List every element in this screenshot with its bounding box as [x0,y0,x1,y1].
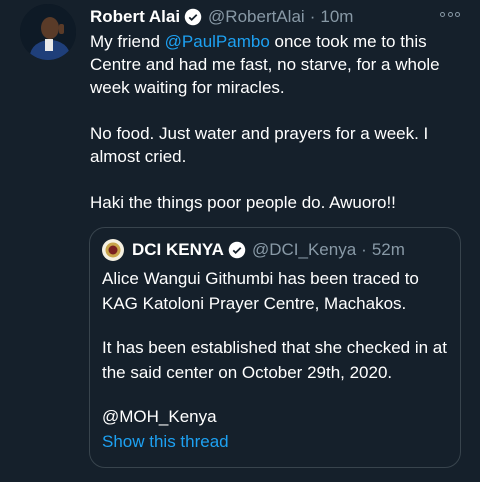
quoted-author-name: DCI KENYA [132,240,224,259]
verified-badge-icon [184,8,202,26]
mention-link[interactable]: @PaulPambo [165,32,270,51]
tweet-text-prefix: My friend [90,32,165,51]
tweet-paragraph-2: No food. Just water and prayers for a we… [90,124,429,166]
verified-badge-icon [228,241,246,259]
quoted-tweet-text: Alice Wangui Githumbi has been traced to… [102,266,450,454]
quoted-tweet-header: DCI KENYA @DCI_Kenya · 52m [102,238,448,262]
quoted-author-handle: @DCI_Kenya [251,240,357,259]
quoted-author-avatar [102,239,124,261]
separator-dot: · [309,7,316,26]
tweet-text: My friend @PaulPambo once took me to thi… [90,30,470,214]
more-options-icon[interactable] [440,8,460,20]
show-thread-link[interactable]: Show this thread [102,429,450,454]
tweet-paragraph-3: Haki the things poor people do. Awuoro!! [90,193,396,212]
separator-dot: · [361,240,367,259]
tweet-paragraph-1: My friend @PaulPambo once took me to thi… [90,30,470,99]
author-avatar-image [20,4,76,60]
quoted-paragraph-2: It has been established that she checked… [102,338,447,382]
author-name[interactable]: Robert Alai [90,7,180,27]
tweet-header: Robert Alai @RobertAlai · 10m [90,6,466,28]
author-handle[interactable]: @RobertAlai [208,7,305,27]
quoted-tweet-card[interactable]: DCI KENYA @DCI_Kenya · 52m Alice Wangui … [89,227,461,468]
quoted-paragraph-1: Alice Wangui Githumbi has been traced to… [102,269,419,313]
dci-seal-icon [105,242,121,258]
tweet-time[interactable]: 10m [320,7,353,27]
quoted-tweet-time: 52m [371,240,405,259]
quoted-paragraph-3: @MOH_Kenya [102,407,217,426]
author-avatar[interactable] [20,4,76,60]
